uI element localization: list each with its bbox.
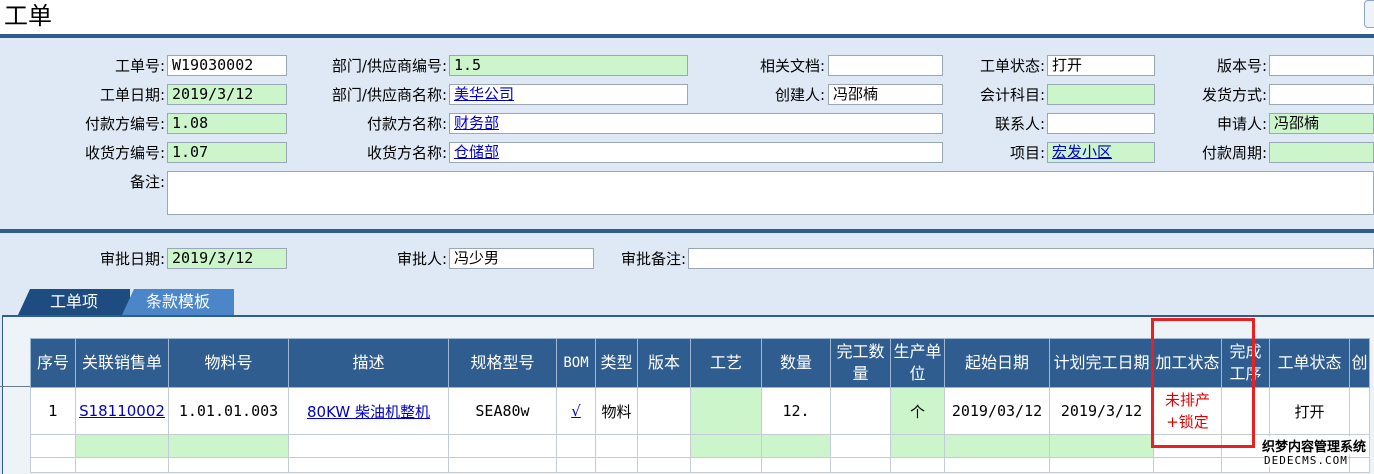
cell-process[interactable] bbox=[690, 387, 762, 435]
account-subject-field[interactable] bbox=[1047, 84, 1155, 105]
receiver-name-label: 收货方名称: bbox=[366, 144, 447, 162]
payer-name-label: 付款方名称: bbox=[366, 115, 447, 133]
bom-check-link[interactable]: √ bbox=[571, 402, 581, 420]
cell-order-status: 打开 bbox=[1269, 387, 1350, 435]
table-row[interactable] bbox=[30, 457, 1370, 473]
project-field[interactable]: 宏发小区 bbox=[1047, 142, 1155, 163]
payer-code-field[interactable]: 1.08 bbox=[167, 113, 287, 134]
cell-done-qty bbox=[830, 387, 891, 435]
cell-seq: 1 bbox=[30, 387, 76, 435]
receiver-code-label: 收货方编号: bbox=[84, 144, 165, 162]
header-form: 工单号: W19030002 工单日期: 2019/3/12 付款方编号: 1.… bbox=[0, 38, 1374, 230]
dept-name-link[interactable]: 美华公司 bbox=[454, 85, 514, 103]
col-unit[interactable]: 生产单位 bbox=[890, 338, 945, 388]
cell-unit[interactable]: 个 bbox=[890, 387, 945, 435]
receiver-name-link[interactable]: 仓储部 bbox=[454, 143, 499, 161]
remarks-field[interactable] bbox=[167, 171, 1374, 215]
applicant-field[interactable]: 冯邵楠 bbox=[1269, 113, 1374, 134]
dept-name-field[interactable]: 美华公司 bbox=[449, 84, 688, 105]
related-doc-field[interactable] bbox=[828, 55, 943, 76]
cell-sales-order[interactable]: S18110002 bbox=[75, 387, 169, 435]
pay-cycle-field[interactable] bbox=[1269, 142, 1374, 163]
ship-method-label: 发货方式: bbox=[1201, 86, 1267, 104]
payer-code-label: 付款方编号: bbox=[84, 115, 165, 133]
order-date-field[interactable]: 2019/3/12 bbox=[167, 84, 287, 105]
col-spec[interactable]: 规格型号 bbox=[448, 338, 557, 388]
version-no-field[interactable] bbox=[1269, 55, 1374, 76]
title-bar: 工单 bbox=[0, 0, 1374, 34]
contact-label: 联系人: bbox=[994, 115, 1045, 133]
cell-start-date: 2019/03/12 bbox=[944, 387, 1050, 435]
approver-field[interactable]: 冯少男 bbox=[449, 248, 594, 269]
tab-order-items[interactable]: 工单项 bbox=[18, 289, 130, 315]
grid-left-divider bbox=[0, 386, 30, 387]
ship-method-field[interactable] bbox=[1269, 84, 1374, 105]
approve-note-label: 审批备注: bbox=[620, 250, 686, 268]
tab-terms-template[interactable]: 条款模板 bbox=[122, 289, 234, 315]
order-no-field[interactable]: W19030002 bbox=[167, 55, 287, 76]
receiver-code-field[interactable]: 1.07 bbox=[167, 142, 287, 163]
applicant-label: 申请人: bbox=[1216, 115, 1267, 133]
dept-code-field[interactable]: 1.5 bbox=[449, 55, 688, 76]
col-bom[interactable]: BOM bbox=[556, 338, 596, 388]
cell-plan-end-date: 2019/3/12 bbox=[1049, 387, 1154, 435]
approve-note-field[interactable] bbox=[688, 248, 1374, 269]
order-status-label: 工单状态: bbox=[979, 57, 1045, 75]
description-link[interactable]: 80KW 柴油机整机 bbox=[307, 403, 430, 421]
remarks-label: 备注: bbox=[129, 173, 165, 191]
related-doc-label: 相关文档: bbox=[759, 57, 825, 75]
approve-date-field[interactable]: 2019/3/12 bbox=[167, 248, 287, 269]
cell-version bbox=[637, 387, 691, 435]
col-material-no[interactable]: 物料号 bbox=[168, 338, 289, 388]
col-version[interactable]: 版本 bbox=[637, 338, 691, 388]
approve-date-label: 审批日期: bbox=[99, 250, 165, 268]
col-type[interactable]: 类型 bbox=[595, 338, 638, 388]
dept-name-label: 部门/供应商名称: bbox=[331, 86, 447, 104]
col-description[interactable]: 描述 bbox=[288, 338, 449, 388]
cell-qty: 12. bbox=[761, 387, 831, 435]
cell-spec: SEA80w bbox=[448, 387, 557, 435]
highlight-box bbox=[1151, 318, 1255, 448]
order-date-label: 工单日期: bbox=[99, 86, 165, 104]
page-title: 工单 bbox=[4, 2, 52, 30]
contact-field[interactable] bbox=[1047, 113, 1155, 134]
project-label: 项目: bbox=[1009, 144, 1045, 162]
approver-label: 审批人: bbox=[396, 250, 447, 268]
project-link[interactable]: 宏发小区 bbox=[1052, 143, 1112, 161]
creator-label: 创建人: bbox=[774, 86, 825, 104]
window-scroll-button[interactable] bbox=[1364, 0, 1374, 28]
cell-bom[interactable]: √ bbox=[556, 387, 596, 435]
col-start-date[interactable]: 起始日期 bbox=[944, 338, 1050, 388]
sales-order-link[interactable]: S18110002 bbox=[79, 402, 165, 420]
col-process[interactable]: 工艺 bbox=[690, 338, 762, 388]
col-qty[interactable]: 数量 bbox=[761, 338, 831, 388]
section-divider bbox=[0, 229, 1374, 233]
dept-code-label: 部门/供应商编号: bbox=[331, 57, 447, 75]
col-order-status[interactable]: 工单状态 bbox=[1269, 338, 1350, 388]
cell-type: 物料 bbox=[595, 387, 638, 435]
order-no-label: 工单号: bbox=[114, 57, 165, 75]
col-done-qty[interactable]: 完工数量 bbox=[830, 338, 891, 388]
payer-name-link[interactable]: 财务部 bbox=[454, 114, 499, 132]
creator-field[interactable]: 冯邵楠 bbox=[828, 84, 943, 105]
receiver-name-field[interactable]: 仓储部 bbox=[449, 142, 943, 163]
watermark-url: DEDECMS.COM bbox=[1264, 454, 1348, 467]
cell-material-no: 1.01.01.003 bbox=[168, 387, 289, 435]
account-subject-label: 会计科目: bbox=[979, 86, 1045, 104]
col-created[interactable]: 创 bbox=[1349, 338, 1370, 388]
version-no-label: 版本号: bbox=[1216, 57, 1267, 75]
watermark-text: 织梦内容管理系统 bbox=[1262, 436, 1367, 455]
cell-created bbox=[1349, 387, 1370, 435]
payer-name-field[interactable]: 财务部 bbox=[449, 113, 943, 134]
col-plan-end-date[interactable]: 计划完工日期 bbox=[1049, 338, 1154, 388]
pay-cycle-label: 付款周期: bbox=[1201, 144, 1267, 162]
col-seq[interactable]: 序号 bbox=[30, 338, 76, 388]
col-sales-order[interactable]: 关联销售单 bbox=[75, 338, 169, 388]
cell-description[interactable]: 80KW 柴油机整机 bbox=[288, 387, 449, 435]
order-status-field[interactable]: 打开 bbox=[1047, 55, 1155, 76]
